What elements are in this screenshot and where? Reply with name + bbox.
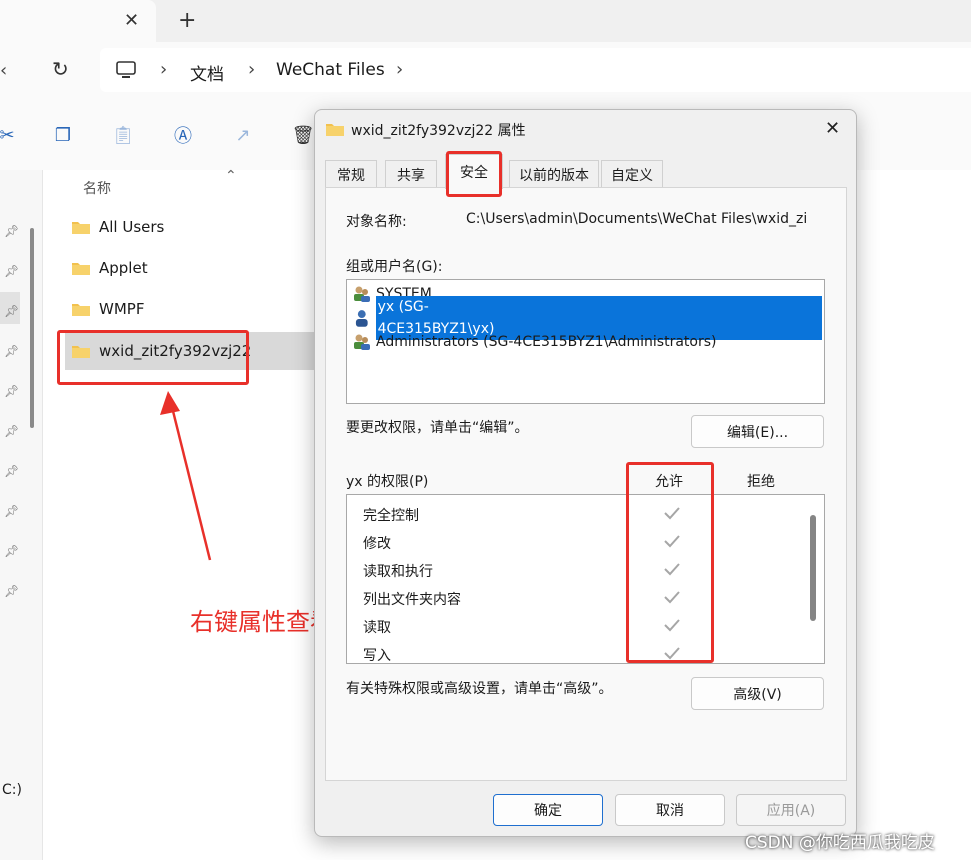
back-icon[interactable]: ‹ [0, 60, 7, 81]
permission-name: 读取和执行 [363, 564, 433, 580]
tab-label: 共享 [397, 168, 425, 184]
nav-scrollbar[interactable] [30, 228, 34, 428]
tab-label: 常规 [337, 168, 365, 184]
user-name: Administrators (SG-4CE315BYZ1\Administra… [376, 334, 717, 350]
list-item[interactable]: All Users [65, 208, 315, 246]
pin-icon[interactable]: 📌︎ [4, 464, 19, 478]
new-tab-icon[interactable]: + [178, 8, 196, 33]
allow-column-highlight-box [626, 462, 714, 663]
edit-button[interactable]: 编辑(E)... [691, 415, 824, 448]
pin-icon[interactable]: 📌︎ [4, 544, 19, 558]
breadcrumb-separator-icon[interactable]: › [160, 59, 167, 80]
cut-icon[interactable]: ✂ [0, 122, 20, 148]
column-header-name[interactable]: 名称 [83, 178, 111, 198]
permission-name: 读取 [363, 620, 391, 636]
sort-ascending-icon: ⌃ [225, 168, 237, 184]
tab-label: 自定义 [611, 168, 653, 184]
watermark: CSDN @你吃西瓜我吃皮 [745, 833, 935, 853]
object-name-value: C:\Users\admin\Documents\WeChat Files\wx… [466, 211, 808, 227]
pin-icon[interactable]: 📌︎ [4, 584, 19, 598]
list-item[interactable]: Applet [65, 249, 315, 287]
tab-general[interactable]: 常规 [325, 160, 377, 189]
edit-hint: 要更改权限，请单击“编辑”。 [346, 420, 529, 436]
group-label: 组或用户名(G): [346, 259, 443, 275]
breadcrumb-separator-icon[interactable]: › [396, 59, 403, 80]
address-bar[interactable]: › 文档 › WeChat Files › [100, 48, 971, 92]
folder-icon [72, 263, 90, 275]
folder-name: Applet [99, 259, 148, 277]
delete-icon[interactable]: 🗑︎ [290, 122, 316, 148]
dialog-title: wxid_zit2fy392vzj22 属性 [351, 123, 526, 139]
folder-icon [72, 304, 90, 316]
rename-icon[interactable]: Ⓐ [170, 122, 196, 148]
edit-button-label: 编辑(E)... [726, 424, 789, 441]
advanced-button[interactable]: 高级(V) [691, 677, 824, 710]
permissions-list[interactable]: 完全控制 修改 读取和执行 列出文件夹内容 读取 写入 [346, 494, 825, 664]
refresh-icon[interactable]: ↻ [52, 57, 69, 81]
share-icon[interactable]: ↗ [230, 122, 256, 148]
folder-name: WMPF [99, 300, 145, 318]
group-users-icon [354, 286, 370, 302]
pin-icon[interactable]: 📌︎ [4, 304, 19, 318]
pin-icon[interactable]: 📌︎ [4, 344, 19, 358]
properties-dialog: wxid_zit2fy392vzj22 属性 ✕ 常规 共享 安全 以前的版本 … [314, 109, 857, 837]
breadcrumb-separator-icon[interactable]: › [248, 59, 255, 80]
tab-previous-versions[interactable]: 以前的版本 [509, 160, 599, 189]
group-users-icon [354, 334, 370, 350]
user-row[interactable]: Administrators (SG-4CE315BYZ1\Administra… [352, 331, 822, 353]
single-user-icon [355, 310, 368, 327]
advanced-hint: 有关特殊权限或高级设置，请单击“高级”。 [346, 681, 613, 697]
apply-button-label: 应用(A) [766, 803, 816, 819]
close-tab-icon[interactable]: ✕ [124, 10, 139, 31]
list-item[interactable]: WMPF [65, 290, 315, 328]
security-tab-highlight-box [446, 151, 502, 197]
advanced-button-label: 高级(V) [733, 686, 782, 703]
pin-icon[interactable]: 📌︎ [4, 264, 19, 278]
nav-drive-label[interactable]: C:) [2, 782, 22, 798]
permission-name: 完全控制 [363, 508, 419, 524]
copy-icon[interactable]: ❐ [50, 122, 76, 148]
address-row: ‹ ↻ › 文档 › WeChat Files › [0, 42, 971, 98]
tab-sharing[interactable]: 共享 [385, 160, 437, 189]
folder-highlight-box [57, 330, 249, 385]
pin-icon[interactable]: 📌︎ [4, 424, 19, 438]
close-icon[interactable]: ✕ [825, 118, 840, 139]
permission-name: 修改 [363, 536, 391, 552]
folder-icon [72, 222, 90, 234]
deny-column-header: 拒绝 [747, 474, 775, 490]
ok-button-label: 确定 [534, 803, 562, 819]
permission-name: 写入 [363, 648, 391, 664]
tab-label: 以前的版本 [519, 168, 589, 184]
this-pc-icon[interactable] [116, 61, 136, 79]
cancel-button-label: 取消 [656, 803, 684, 819]
paste-icon[interactable]: 📋︎ [110, 122, 136, 148]
user-list[interactable]: SYSTEM yx (SG-4CE315BYZ1\yx) Administrat… [346, 279, 825, 404]
security-tab-panel: 对象名称: C:\Users\admin\Documents\WeChat Fi… [325, 187, 847, 781]
navigation-pane: 📌︎ 📌︎ 📌︎ 📌︎ 📌︎ 📌︎ 📌︎ 📌︎ 📌︎ 📌︎ C:) [0, 170, 43, 860]
pin-icon[interactable]: 📌︎ [4, 504, 19, 518]
folder-icon [326, 124, 344, 136]
cancel-button[interactable]: 取消 [615, 794, 725, 826]
breadcrumb-documents[interactable]: 文档 [190, 60, 224, 85]
object-name-label: 对象名称: [346, 214, 407, 230]
ok-button[interactable]: 确定 [493, 794, 603, 826]
pin-icon[interactable]: 📌︎ [4, 384, 19, 398]
user-row-selected[interactable]: yx (SG-4CE315BYZ1\yx) [352, 296, 822, 340]
permission-name: 列出文件夹内容 [363, 592, 461, 608]
pin-icon[interactable]: 📌︎ [4, 224, 19, 238]
apply-button[interactable]: 应用(A) [736, 794, 846, 826]
folder-name: All Users [99, 218, 165, 236]
breadcrumb-wechat-files[interactable]: WeChat Files [276, 60, 385, 80]
annotation-arrow [160, 391, 212, 561]
permissions-label: yx 的权限(P) [346, 474, 429, 490]
tab-customize[interactable]: 自定义 [601, 160, 663, 189]
annotation-text: 右键属性查看 [190, 608, 334, 636]
permissions-scrollbar[interactable] [810, 515, 816, 621]
tab-strip: ✕ + [0, 0, 971, 42]
